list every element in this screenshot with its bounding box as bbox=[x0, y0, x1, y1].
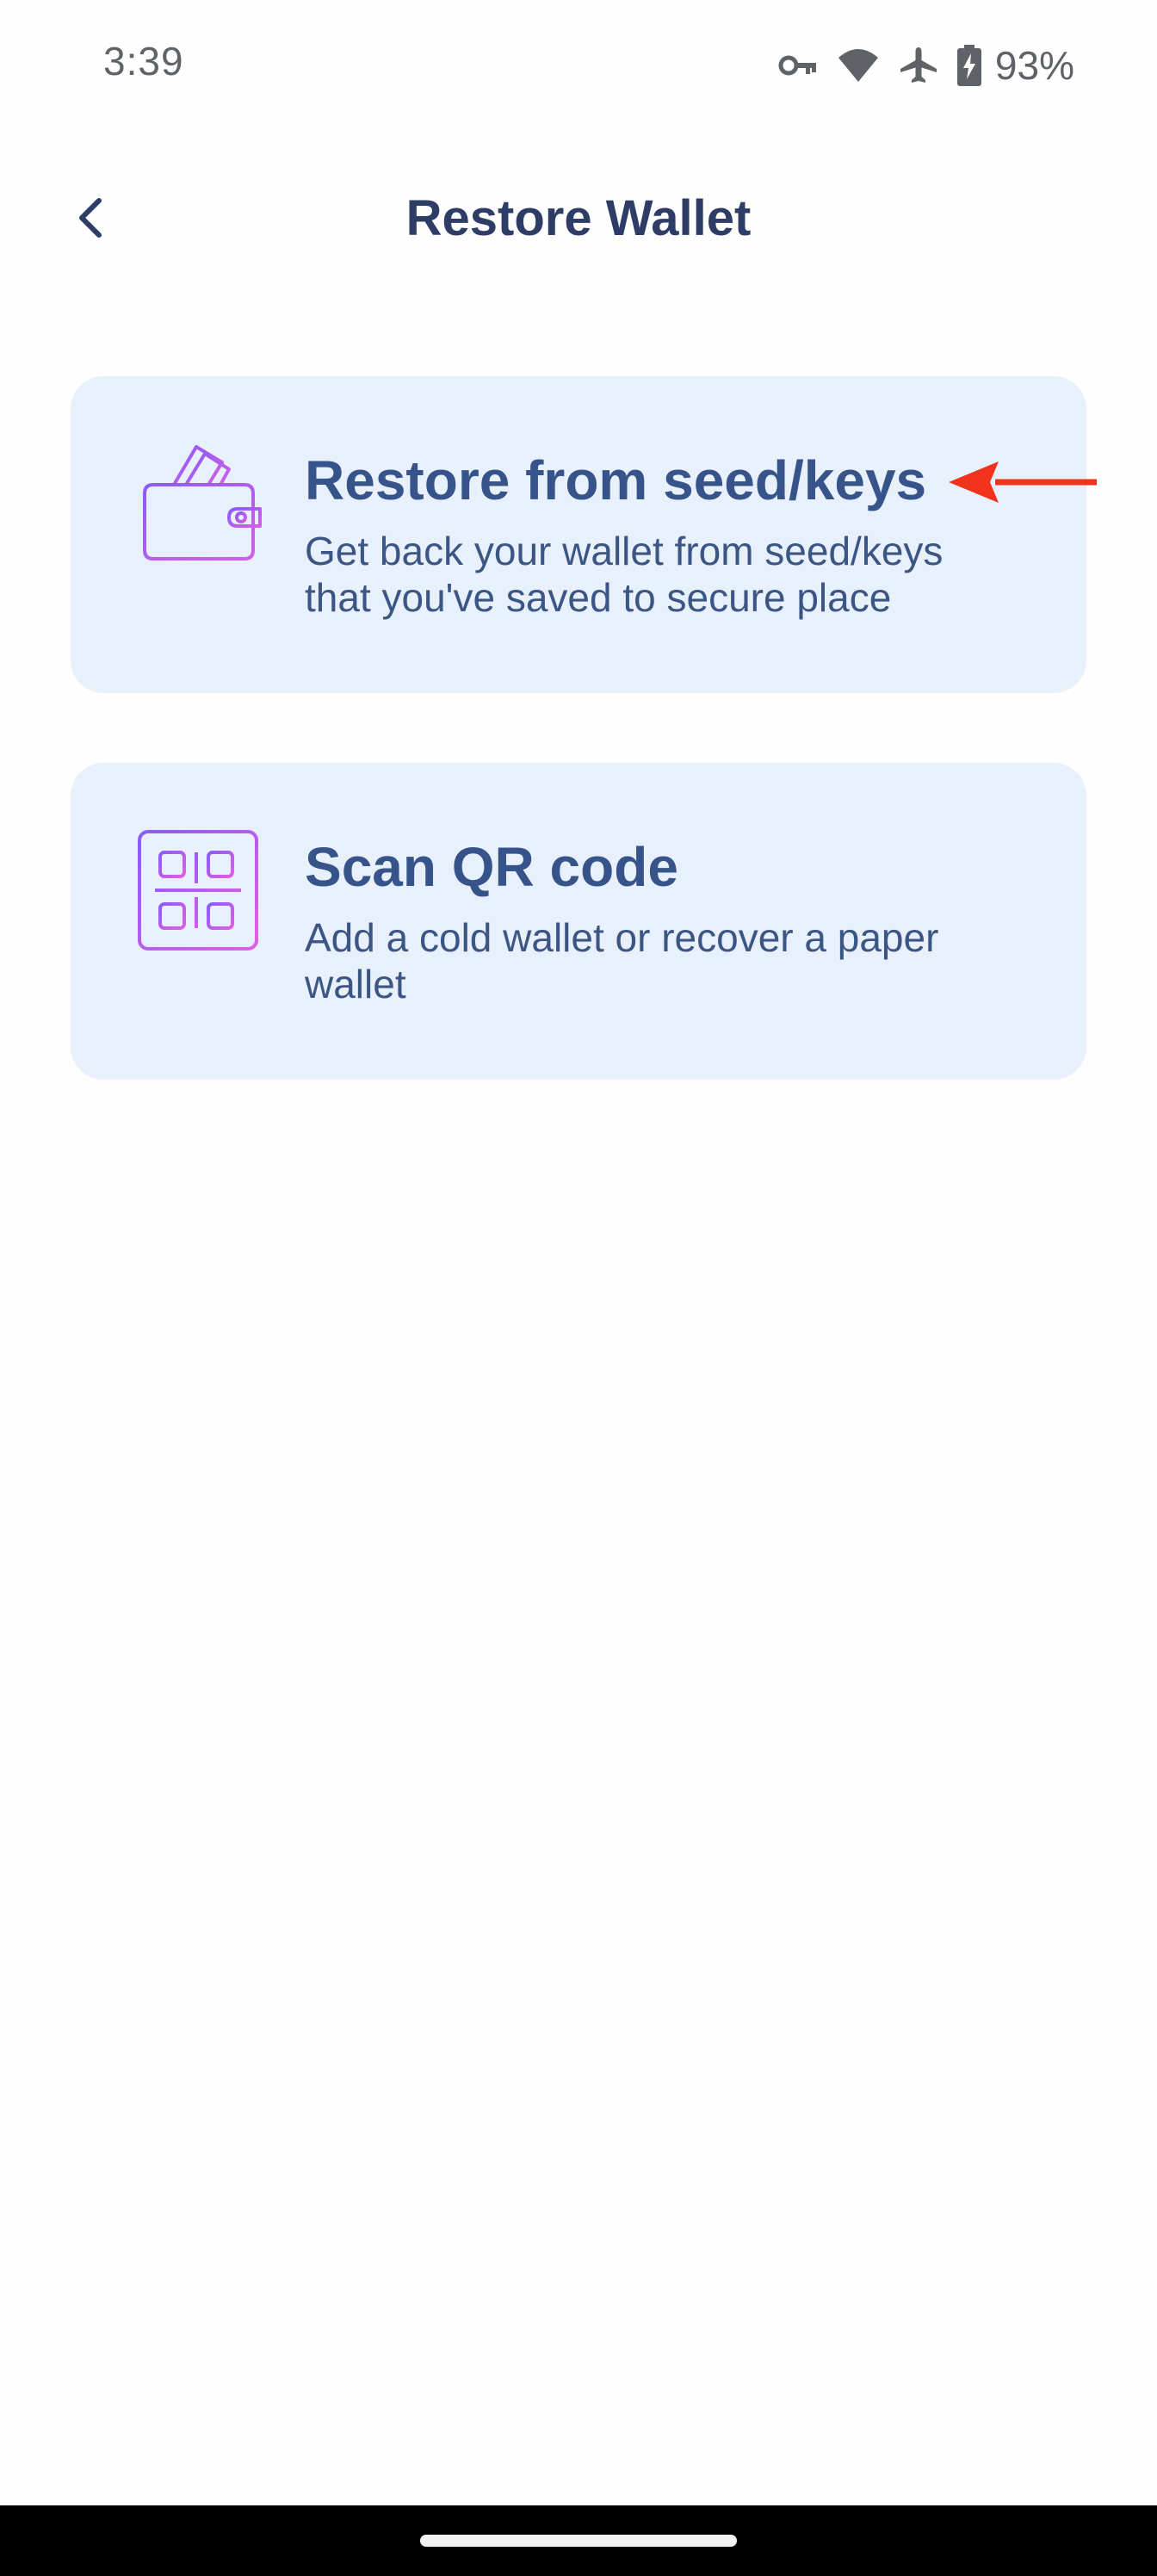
home-indicator[interactable] bbox=[420, 2535, 737, 2547]
status-bar: 3:39 93% bbox=[0, 0, 1157, 131]
battery-charging-icon bbox=[956, 45, 981, 86]
navigation-bar bbox=[0, 2505, 1157, 2576]
option-description: Get back your wallet from seed/keys that… bbox=[305, 529, 944, 620]
status-icons: 93% bbox=[778, 40, 1074, 91]
wifi-icon bbox=[837, 47, 880, 84]
header: Restore Wallet bbox=[0, 155, 1157, 284]
option-title: Scan QR code bbox=[305, 836, 678, 898]
scan-qr-card[interactable]: Scan QR code Add a cold wallet or recove… bbox=[71, 763, 1086, 1080]
restore-from-seed-card[interactable]: Restore from seed/keys Get back your wal… bbox=[71, 376, 1086, 693]
qr-code-icon bbox=[136, 828, 262, 954]
airplane-icon bbox=[899, 46, 938, 85]
vpn-key-icon bbox=[778, 53, 818, 78]
option-description: Add a cold wallet or recover a paper wal… bbox=[305, 915, 939, 1006]
annotation-arrow-icon bbox=[949, 461, 1097, 503]
option-title: Restore from seed/keys bbox=[305, 449, 927, 511]
status-time: 3:39 bbox=[103, 39, 184, 84]
page-title: Restore Wallet bbox=[405, 190, 752, 246]
wallet-icon bbox=[136, 442, 262, 567]
battery-percent: 93% bbox=[994, 43, 1074, 88]
